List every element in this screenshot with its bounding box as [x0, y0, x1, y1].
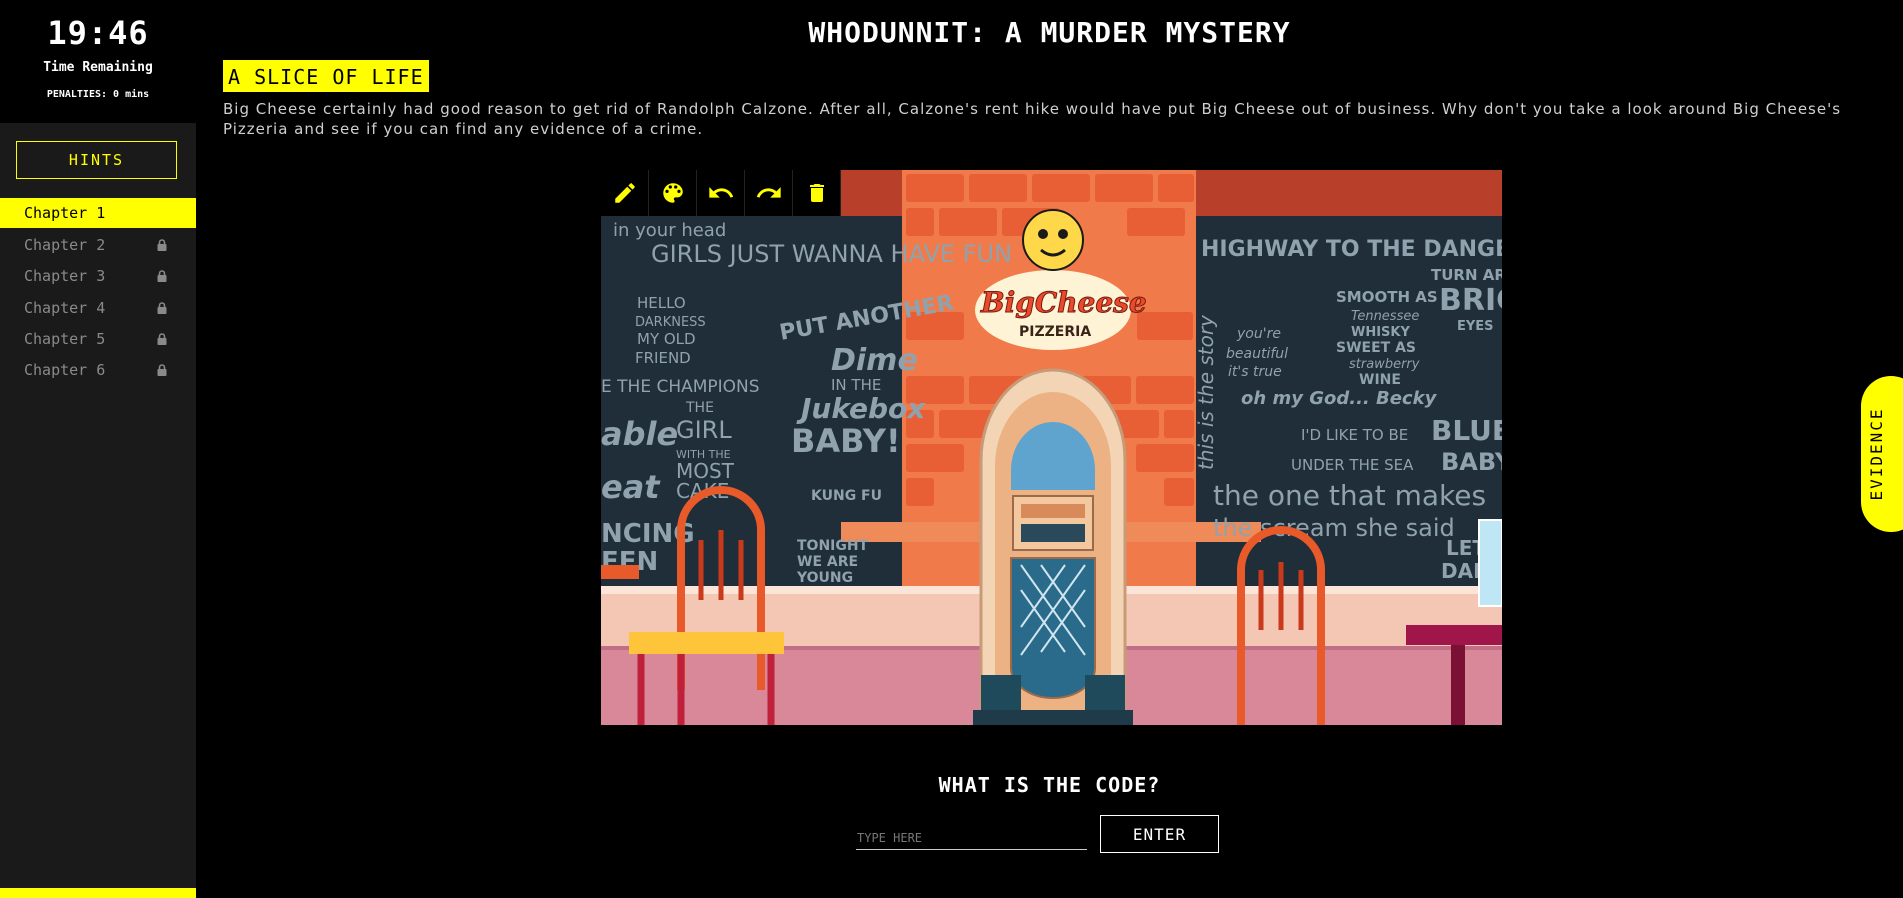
- sidebar-item-chapter-2[interactable]: Chapter 2: [0, 230, 196, 260]
- redo-icon: [756, 187, 781, 198]
- lock-icon: [157, 364, 167, 376]
- wall-text: EYES: [1457, 319, 1494, 334]
- wall-text: KUNG FU: [811, 488, 882, 504]
- wall-text: BABY: [1441, 448, 1502, 476]
- pencil-tool-button[interactable]: [601, 170, 649, 216]
- chapter-label: Chapter 6: [24, 361, 106, 379]
- wall-text: beautiful: [1226, 346, 1288, 362]
- wall-text: Tennessee: [1351, 309, 1419, 324]
- wall-text: UNDER THE SEA: [1291, 456, 1414, 474]
- enter-button[interactable]: ENTER: [1100, 815, 1219, 853]
- lock-icon: [157, 302, 167, 314]
- wall-text: TURN AROUND: [1431, 266, 1502, 284]
- lock-icon: [157, 333, 167, 345]
- sidebar-item-chapter-1[interactable]: Chapter 1: [0, 198, 196, 228]
- sidebar: 19:46 Time Remaining PENALTIES: 0 mins H…: [0, 0, 196, 898]
- wall-text: TONIGHT: [797, 538, 869, 554]
- chapter-intro-text: Big Cheese certainly had good reason to …: [223, 100, 1842, 138]
- chapter-label: Chapter 4: [24, 299, 106, 317]
- wall-text: HIGHWAY TO THE DANGER ZONE: [1201, 237, 1502, 262]
- wall-text: it's true: [1228, 364, 1282, 380]
- penalties-label: PENALTIES: 0 mins: [46, 89, 150, 100]
- palette-tool-button[interactable]: [649, 170, 697, 216]
- wall-text: WE ARE: [797, 554, 858, 570]
- trash-icon: [809, 184, 824, 202]
- time-remaining-label: Time Remaining: [43, 60, 153, 75]
- wall-text: GIRLS JUST WANNA HAVE FUN: [651, 240, 1012, 268]
- code-prompt: WHAT IS THE CODE?: [938, 773, 1161, 797]
- code-input[interactable]: [856, 826, 1087, 850]
- wall-text: HELLO: [637, 294, 686, 312]
- page-title: WHODUNNIT: A MURDER MYSTERY: [808, 16, 1291, 49]
- wall-text: I'D LIKE TO BE: [1301, 426, 1408, 444]
- wall-text: strawberry: [1349, 357, 1420, 372]
- palette-icon: [662, 183, 683, 203]
- pizzeria-scene[interactable]: in your head GIRLS JUST WANNA HAVE FUN H…: [601, 170, 1502, 725]
- undo-button[interactable]: [697, 170, 745, 216]
- wall-text: THE: [685, 400, 714, 416]
- wall-text: SWEET AS: [1336, 340, 1416, 356]
- wall-text: FRIEND: [635, 349, 691, 367]
- wall-text: WHISKY: [1351, 325, 1410, 340]
- sidebar-progress-bar: [0, 888, 196, 898]
- wall-text: this is the story: [1194, 314, 1218, 470]
- chapter-label: Chapter 5: [24, 330, 106, 348]
- wall-text: WINE: [1359, 372, 1401, 388]
- wall-text: BLUE: [1431, 414, 1502, 447]
- wall-text: eat: [601, 468, 661, 506]
- redo-button[interactable]: [745, 170, 793, 216]
- sidebar-item-chapter-3[interactable]: Chapter 3: [0, 261, 196, 291]
- wall-text: the scream she said: [1213, 514, 1455, 542]
- wall-text: Dime: [831, 343, 918, 378]
- countdown-timer: 19:46: [47, 14, 149, 52]
- wall-text: Jukebox: [796, 392, 926, 425]
- sidebar-item-chapter-5[interactable]: Chapter 5: [0, 324, 196, 354]
- lock-icon: [157, 270, 167, 282]
- wall-text: SMOOTH AS: [1336, 288, 1438, 306]
- undo-icon: [708, 187, 733, 198]
- wall-text: in your head: [613, 220, 726, 241]
- hints-button[interactable]: HINTS: [16, 141, 177, 179]
- logo-subtext: PIZZERIA: [1019, 324, 1091, 340]
- wall-text: oh my God... Becky: [1241, 388, 1438, 409]
- evidence-tab[interactable]: EVIDENCE: [1861, 376, 1903, 532]
- timer-panel: 19:46 Time Remaining PENALTIES: 0 mins: [0, 0, 196, 123]
- sidebar-item-chapter-4[interactable]: Chapter 4: [0, 293, 196, 323]
- clear-button[interactable]: [793, 170, 841, 216]
- wall-text: MY OLD: [637, 330, 696, 348]
- pencil-icon: [614, 183, 635, 203]
- wall-text: BABY!: [791, 422, 901, 460]
- evidence-label: EVIDENCE: [1867, 407, 1886, 501]
- pizzeria-illustration: in your head GIRLS JUST WANNA HAVE FUN H…: [601, 170, 1502, 725]
- logo-text: BigCheese: [980, 286, 1147, 319]
- chapter-label: Chapter 2: [24, 236, 106, 254]
- lock-icon: [157, 239, 167, 251]
- drawing-toolbar: [601, 170, 841, 216]
- wall-text: able: [601, 415, 678, 453]
- wall-text: DARKNESS: [635, 315, 706, 330]
- chapter-label: Chapter 3: [24, 267, 106, 285]
- wall-text: GIRL: [676, 416, 732, 444]
- wall-text: BRIGHT: [1439, 283, 1502, 318]
- sidebar-item-chapter-6[interactable]: Chapter 6: [0, 355, 196, 385]
- jukebox[interactable]: [973, 368, 1133, 725]
- chapter-title: A SLICE OF LIFE: [223, 60, 429, 92]
- wall-text: YOUNG: [796, 570, 853, 586]
- wall-text: the one that makes: [1213, 479, 1486, 512]
- wall-text: you're: [1236, 326, 1281, 342]
- wall-text: E THE CHAMPIONS: [601, 377, 760, 397]
- chapter-label: Chapter 1: [24, 204, 106, 222]
